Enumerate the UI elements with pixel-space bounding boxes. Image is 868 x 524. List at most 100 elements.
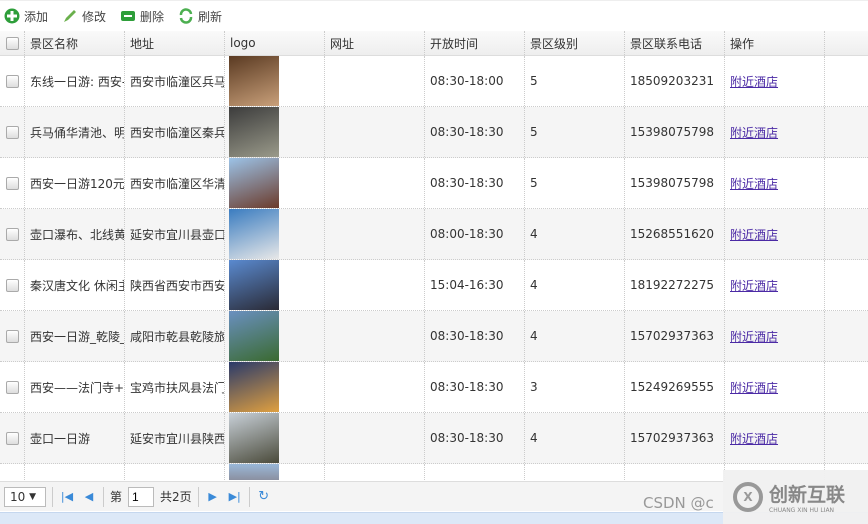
- cell-url: [325, 413, 425, 463]
- dropdown-icon: ▼: [29, 491, 37, 502]
- cell-url: [325, 311, 425, 361]
- col-header[interactable]: 景区名称: [25, 31, 125, 55]
- logo-image: [229, 158, 279, 208]
- cell-name: 西安——法门寺+: [25, 362, 125, 412]
- refresh-button[interactable]: 刷新: [178, 8, 222, 25]
- cell-hours: 08:30-18:30: [425, 362, 525, 412]
- cell-phone: 15702937363: [625, 311, 725, 361]
- cell-phone: 15398075798: [625, 158, 725, 208]
- cell-url: [325, 158, 425, 208]
- row-checkbox[interactable]: [5, 431, 19, 445]
- nearby-hotel-link[interactable]: 附近酒店: [730, 124, 778, 141]
- page-prefix: 第: [110, 490, 123, 504]
- last-page-icon[interactable]: ▶|: [227, 490, 243, 503]
- add-button[interactable]: 添加: [4, 8, 48, 25]
- col-header[interactable]: 开放时间: [425, 31, 525, 55]
- refresh-icon: [178, 8, 194, 24]
- nearby-hotel-link[interactable]: 附近酒店: [730, 430, 778, 447]
- cell-hours: 08:30-18:30: [425, 413, 525, 463]
- table-row[interactable]: 秦汉唐文化 休闲主 陕西省西安市西安 15:04-16:30 4 1819227…: [0, 260, 868, 311]
- logo-image: [229, 209, 279, 259]
- page-size-value: 10: [10, 489, 26, 504]
- col-header[interactable]: 景区级别: [525, 31, 625, 55]
- cell-hours: 15:04-16:30: [425, 260, 525, 310]
- col-header[interactable]: 地址: [125, 31, 225, 55]
- cell-address: 西安市临潼区兵马: [125, 56, 225, 106]
- header-row: 景区名称 地址 logo 网址 开放时间 景区级别 景区联系电话 操作: [0, 31, 868, 56]
- table-row[interactable]: 东线一日游: 西安- 西安市临潼区兵马 08:30-18:00 5 185092…: [0, 56, 868, 107]
- row-checkbox[interactable]: [5, 380, 19, 394]
- data-grid: 景区名称 地址 logo 网址 开放时间 景区级别 景区联系电话 操作 东线一日…: [0, 31, 868, 480]
- brand-logo: X 创新互联 CHUANG XIN HU LIAN: [723, 470, 868, 524]
- cell-address: 西安市临潼区华清: [125, 158, 225, 208]
- col-header[interactable]: 网址: [325, 31, 425, 55]
- minus-icon: [120, 8, 136, 24]
- cell-level: 5: [525, 158, 625, 208]
- cell-url: [325, 209, 425, 259]
- refresh-label: 刷新: [198, 9, 223, 24]
- cell-phone: 15268551620: [625, 209, 725, 259]
- cell-address: 延安市宜川县壶口: [125, 209, 225, 259]
- nearby-hotel-link[interactable]: 附近酒店: [730, 226, 778, 243]
- table-row[interactable]: 壶口一日游 延安市宜川县陕西 08:30-18:30 4 15702937363…: [0, 413, 868, 464]
- cell-name: 兵马俑华清池、明: [25, 107, 125, 157]
- plus-icon: [4, 8, 20, 24]
- cell-name: 壶口瀑布、北线黄: [25, 209, 125, 259]
- nearby-hotel-link[interactable]: 附近酒店: [730, 73, 778, 90]
- cell-hours: 08:30-18:30: [425, 107, 525, 157]
- edit-label: 修改: [82, 9, 107, 24]
- brand-sub: CHUANG XIN HU LIAN: [769, 507, 835, 514]
- col-header[interactable]: logo: [225, 31, 325, 55]
- cell-hours: 08:30-18:00: [425, 56, 525, 106]
- cell-phone: 15398075798: [625, 107, 725, 157]
- cell-url: [325, 260, 425, 310]
- cell-level: 5: [525, 107, 625, 157]
- page-total: 共2页: [160, 490, 192, 504]
- next-page-icon[interactable]: ▶: [205, 490, 221, 503]
- cell-phone: 15702937363: [625, 413, 725, 463]
- page-size-select[interactable]: 10 ▼: [4, 486, 46, 507]
- reload-icon[interactable]: ↻: [256, 489, 272, 504]
- logo-image: [229, 107, 279, 157]
- row-checkbox[interactable]: [5, 329, 19, 343]
- nearby-hotel-link[interactable]: 附近酒店: [730, 328, 778, 345]
- row-checkbox[interactable]: [5, 278, 19, 292]
- col-header[interactable]: 景区联系电话: [625, 31, 725, 55]
- logo-image: [229, 260, 279, 310]
- delete-button[interactable]: 删除: [120, 8, 164, 25]
- select-all-checkbox[interactable]: [5, 36, 19, 50]
- logo-image: [229, 464, 279, 480]
- pagination: 10 ▼ |◀ ◀ 第 共2页 ▶ ▶| ↻: [0, 481, 725, 511]
- row-checkbox[interactable]: [5, 125, 19, 139]
- cell-hours: 08:30-18:30: [425, 311, 525, 361]
- cell-level: 4: [525, 311, 625, 361]
- cell-phone: 18509203231: [625, 56, 725, 106]
- cell-level: 5: [525, 56, 625, 106]
- cell-level: 3: [525, 362, 625, 412]
- cell-url: [325, 107, 425, 157]
- table-row[interactable]: 西安一日游120元, 西安市临潼区华清 08:30-18:30 5 153980…: [0, 158, 868, 209]
- edit-button[interactable]: 修改: [62, 8, 106, 25]
- cell-address: 咸阳市乾县乾陵旅: [125, 311, 225, 361]
- page-input[interactable]: [128, 486, 155, 507]
- cell-level: 4: [525, 209, 625, 259]
- row-checkbox[interactable]: [5, 74, 19, 88]
- row-checkbox[interactable]: [5, 176, 19, 190]
- nearby-hotel-link[interactable]: 附近酒店: [730, 277, 778, 294]
- cell-address: 宝鸡市扶风县法门: [125, 362, 225, 412]
- prev-page-icon[interactable]: ◀: [81, 490, 97, 503]
- table-row[interactable]: 西安一日游_乾陵_ 咸阳市乾县乾陵旅 08:30-18:30 4 1570293…: [0, 311, 868, 362]
- cell-phone: 15249269555: [625, 362, 725, 412]
- cell-address: 西安市临潼区秦兵: [125, 107, 225, 157]
- col-header[interactable]: 操作: [725, 31, 825, 55]
- nearby-hotel-link[interactable]: 附近酒店: [730, 175, 778, 192]
- nearby-hotel-link[interactable]: 附近酒店: [730, 379, 778, 396]
- cell-name: 壶口一日游: [25, 413, 125, 463]
- first-page-icon[interactable]: |◀: [59, 490, 75, 503]
- toolbar: 添加 修改 删除 刷新: [0, 0, 868, 31]
- table-row[interactable]: 壶口瀑布、北线黄 延安市宜川县壶口 08:00-18:30 4 15268551…: [0, 209, 868, 260]
- cell-url: [325, 56, 425, 106]
- table-row[interactable]: 西安——法门寺+ 宝鸡市扶风县法门 08:30-18:30 3 15249269…: [0, 362, 868, 413]
- table-row[interactable]: 兵马俑华清池、明 西安市临潼区秦兵 08:30-18:30 5 15398075…: [0, 107, 868, 158]
- row-checkbox[interactable]: [5, 227, 19, 241]
